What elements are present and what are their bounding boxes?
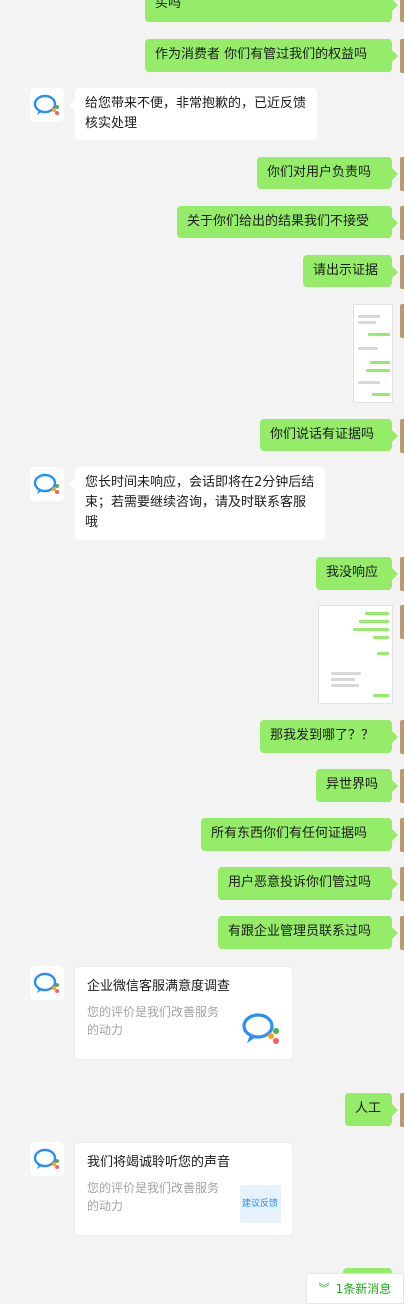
survey-card[interactable]: 企业微信客服满意度调查 您的评价是我们改善服务的动力 (74, 966, 293, 1060)
message-bubble-sent[interactable]: 你们对用户负责吗 (257, 157, 398, 189)
image-content (331, 684, 359, 687)
message-bubble-sent[interactable]: 请出示证据 (303, 255, 398, 287)
message-text: 异世界吗 (326, 777, 379, 792)
message-bubble-sent[interactable]: 作为消费者 你们有管过我们的权益吗 (145, 39, 398, 72)
image-content (372, 393, 390, 396)
message-text: 作为消费者 你们有管过我们的权益吗 (155, 47, 368, 62)
my-avatar[interactable] (400, 206, 404, 240)
message-text: 人工 (355, 1101, 382, 1116)
wecom-logo-icon (33, 94, 59, 115)
message-text: 买吗 (155, 0, 182, 11)
new-messages-label: 1条新消息 (335, 1282, 392, 1296)
card-title: 企业微信客服满意度调查 (87, 979, 231, 994)
image-content (370, 361, 390, 364)
message-bubble-sent[interactable]: 人工 (345, 1093, 398, 1126)
message-bubble-sent[interactable]: 所有东西你们有任何证据吗 (201, 818, 398, 851)
my-avatar[interactable] (400, 916, 404, 950)
card-thumbnail (241, 1011, 281, 1047)
service-avatar[interactable] (30, 88, 64, 122)
message-text: 用户恶意投诉你们管过吗 (228, 875, 372, 890)
message-text: 有跟企业管理员联系过吗 (228, 924, 372, 939)
image-content (365, 612, 389, 615)
card-thumbnail: 建议反馈 (240, 1185, 281, 1223)
image-content (358, 315, 380, 318)
service-avatar[interactable] (30, 966, 64, 1000)
new-messages-button[interactable]: ︾ 1条新消息 (306, 1273, 404, 1304)
message-text: 请出示证据 (313, 263, 379, 278)
message-bubble-sent[interactable]: 异世界吗 (316, 769, 398, 802)
card-subtitle: 您的评价是我们改善服务的动力 (87, 1181, 220, 1213)
feedback-card[interactable]: 我们将竭诚聆听您的声音 您的评价是我们改善服务的动力 建议反馈 (74, 1142, 293, 1236)
my-avatar[interactable] (400, 304, 404, 338)
image-content (358, 347, 378, 350)
my-avatar[interactable] (400, 605, 404, 639)
image-content (353, 628, 389, 631)
card-subtitle: 您的评价是我们改善服务的动力 (87, 1005, 220, 1037)
wecom-logo-icon (33, 1148, 59, 1169)
my-avatar[interactable] (400, 720, 404, 754)
my-avatar[interactable] (400, 867, 404, 901)
message-text: 给您带来不便，非常抱歉的，已近反馈核实处理 (85, 96, 307, 131)
message-bubble-sent[interactable]: 有跟企业管理员联系过吗 (218, 916, 398, 949)
my-avatar[interactable] (400, 1093, 404, 1127)
message-text: 您长时间未响应，会话即将在2分钟后结束；若需要继续咨询，请及时联系客服哦 (85, 475, 315, 530)
message-text: 那我发到哪了？？ (270, 728, 375, 743)
image-message[interactable] (318, 605, 393, 704)
message-text: 所有东西你们有任何证据吗 (211, 826, 368, 841)
image-content (331, 672, 361, 675)
service-avatar[interactable] (30, 467, 64, 501)
wecom-logo-icon (33, 972, 59, 993)
message-text: 你们说话有证据吗 (270, 427, 375, 442)
my-avatar[interactable] (400, 557, 404, 591)
image-content (377, 652, 389, 655)
message-text: 你们对用户负责吗 (267, 165, 372, 180)
message-bubble-sent[interactable]: 关于你们给出的结果我们不接受 (177, 206, 398, 238)
my-avatar[interactable] (400, 419, 404, 453)
my-avatar[interactable] (400, 39, 404, 73)
image-content (359, 620, 389, 623)
message-bubble-received[interactable]: 给您带来不便，非常抱歉的，已近反馈核实处理 (69, 88, 317, 140)
wecom-logo-icon (33, 473, 59, 494)
double-chevron-down-icon: ︾ (318, 1282, 330, 1295)
image-content (373, 694, 389, 697)
image-message[interactable] (353, 304, 393, 403)
my-avatar[interactable] (400, 255, 404, 289)
my-avatar[interactable] (400, 818, 404, 852)
my-avatar[interactable] (400, 0, 404, 22)
message-bubble-sent[interactable]: 用户恶意投诉你们管过吗 (218, 867, 398, 900)
image-content (358, 381, 380, 384)
wecom-logo-icon (242, 1013, 279, 1044)
message-bubble-sent[interactable]: 你们说话有证据吗 (260, 419, 398, 451)
thumbnail-text: 建议反馈 (242, 1199, 279, 1209)
image-content (358, 321, 376, 324)
message-text: 我没响应 (326, 565, 379, 580)
message-bubble-sent[interactable]: 那我发到哪了？？ (260, 720, 398, 753)
image-content (331, 678, 355, 681)
image-content (368, 333, 390, 336)
my-avatar[interactable] (400, 157, 404, 191)
image-content (373, 636, 389, 639)
image-content (366, 369, 390, 372)
message-bubble-sent[interactable]: 我没响应 (316, 557, 398, 590)
my-avatar[interactable] (400, 769, 404, 803)
message-bubble-received[interactable]: 您长时间未响应，会话即将在2分钟后结束；若需要继续咨询，请及时联系客服哦 (69, 467, 325, 540)
message-bubble-sent[interactable]: 买吗 (145, 0, 398, 22)
message-text: 关于你们给出的结果我们不接受 (187, 214, 370, 229)
service-avatar[interactable] (30, 1142, 64, 1176)
card-title: 我们将竭诚聆听您的声音 (87, 1155, 231, 1170)
